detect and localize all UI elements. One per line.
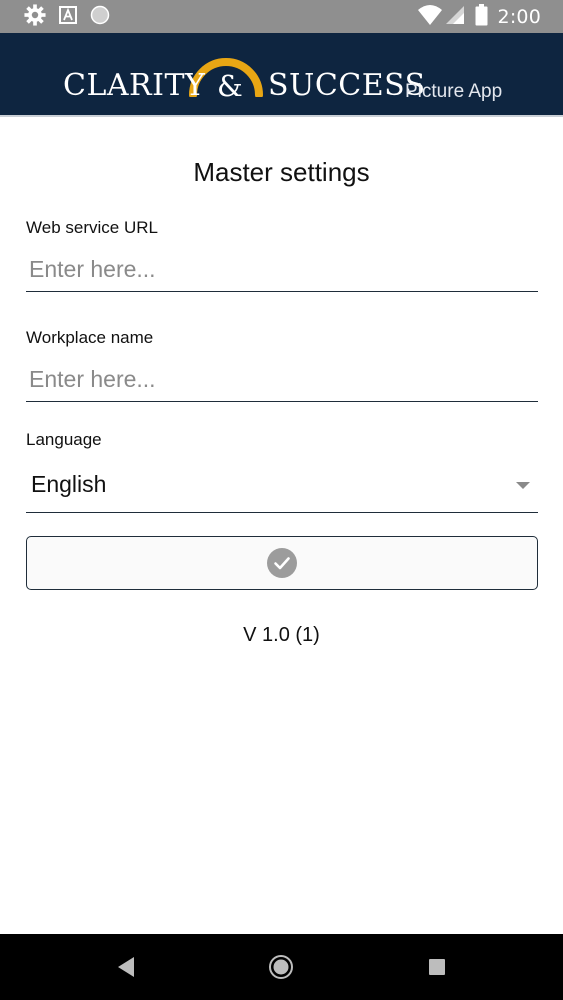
status-right-icons: 2:00: [417, 4, 541, 30]
font-icon: [59, 6, 77, 28]
settings-form: Master settings Web service URL Workplac…: [0, 117, 563, 934]
workplace-name-input[interactable]: [26, 358, 538, 402]
version-label: V 1.0 (1): [243, 624, 320, 646]
language-selected-value: English: [31, 471, 107, 497]
check-circle-icon: [267, 548, 297, 578]
wifi-icon: [417, 4, 443, 30]
settings-icon: [24, 4, 46, 30]
back-icon[interactable]: [113, 954, 139, 980]
circle-icon: [90, 5, 110, 29]
dropdown-arrow-icon: [516, 482, 530, 489]
status-time: 2:00: [497, 6, 541, 28]
confirm-button[interactable]: [26, 536, 538, 590]
status-left-icons: [24, 4, 110, 30]
page-title: Master settings: [193, 157, 370, 187]
logo-subtitle: Picture App: [405, 81, 503, 102]
home-icon[interactable]: [268, 954, 294, 980]
recents-icon[interactable]: [424, 954, 450, 980]
web-service-url-input[interactable]: [26, 248, 538, 292]
logo-ampersand: &: [217, 69, 244, 103]
logo-word-clarity: CLARITY: [63, 68, 206, 103]
battery-icon: [475, 4, 488, 30]
signal-icon: [445, 5, 465, 29]
status-bar: 2:00: [0, 0, 563, 33]
language-select[interactable]: English: [26, 457, 538, 513]
app-header: CLARITY & SUCCESS Picture App: [0, 33, 563, 117]
workplace-name-label: Workplace name: [26, 328, 154, 347]
web-service-url-label: Web service URL: [26, 218, 158, 237]
language-label: Language: [26, 430, 102, 449]
clarity-success-logo: CLARITY & SUCCESS Picture App: [0, 33, 563, 117]
logo-word-success: SUCCESS: [268, 68, 426, 103]
navigation-bar: [0, 934, 563, 1000]
